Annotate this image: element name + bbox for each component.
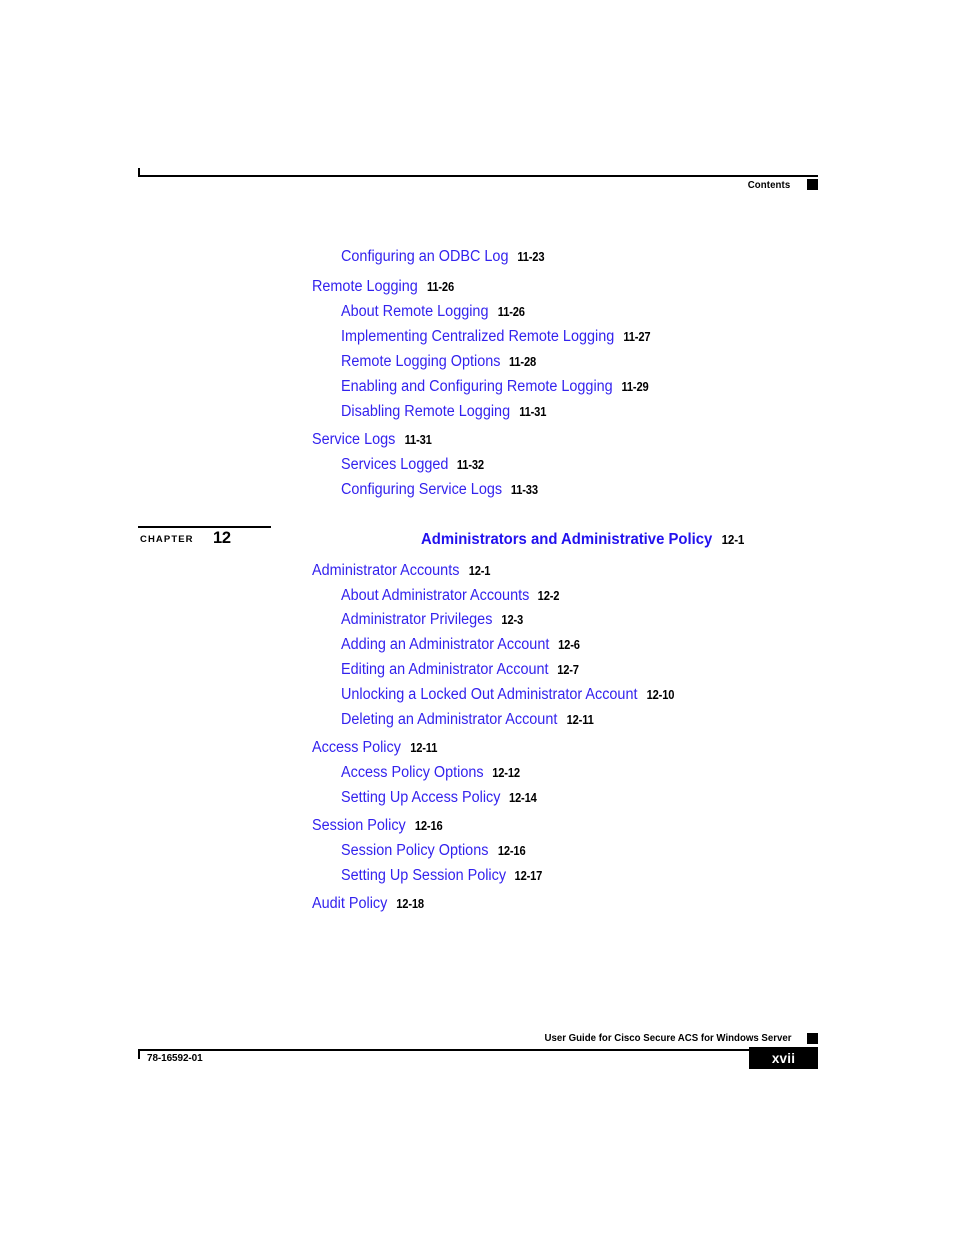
document-page: Contents Configuring an ODBC Log 11-23 Rem…	[0, 0, 954, 1235]
toc-entry-page: 12-6	[558, 638, 580, 652]
toc-entry-page: 11-29	[621, 380, 649, 394]
toc-entry[interactable]: Remote Logging 11-26	[312, 279, 454, 295]
toc-entry-title: Unlocking a Locked Out Administrator Acc…	[341, 686, 638, 703]
toc-entry[interactable]: Setting Up Session Policy 12-17	[341, 868, 543, 884]
chapter-title-text: Administrators and Administrative Policy	[421, 531, 713, 548]
chapter-heading-block: CHAPTER 12 Administrators and Administra…	[138, 526, 838, 556]
toc-entry-page: 12-3	[501, 613, 523, 627]
chapter-title-page: 12-1	[721, 533, 745, 547]
toc-entry-title: Administrator Accounts	[312, 562, 460, 579]
toc-entry-title: Deleting an Administrator Account	[341, 711, 558, 728]
toc-entry[interactable]: Administrator Privileges 12-3	[341, 612, 523, 628]
toc-entry[interactable]: Configuring an ODBC Log 11-23	[341, 249, 545, 265]
toc-entry-title: Remote Logging	[312, 278, 418, 295]
toc-entry-title: Adding an Administrator Account	[341, 636, 550, 653]
toc-entry[interactable]: Editing an Administrator Account 12-7	[341, 662, 579, 678]
toc-entry-title: Administrator Privileges	[341, 611, 493, 628]
toc-entry-title: Configuring an ODBC Log	[341, 248, 509, 265]
toc-entry-page: 12-18	[396, 897, 424, 911]
footer-rule	[138, 1049, 818, 1051]
page-footer: User Guide for Cisco Secure ACS for Wind…	[138, 1032, 818, 1072]
toc-entry[interactable]: About Administrator Accounts 12-2	[341, 588, 560, 604]
toc-entry-title: Configuring Service Logs	[341, 481, 503, 498]
toc-entry-page: 11-26	[497, 305, 525, 319]
toc-entry-page: 12-11	[409, 741, 437, 755]
footer-guide-title: User Guide for Cisco Secure ACS for Wind…	[544, 1032, 792, 1044]
chapter-label: CHAPTER	[140, 534, 194, 545]
toc-entry-page: 11-31	[404, 433, 432, 447]
toc-entry-title: Setting Up Access Policy	[341, 789, 501, 806]
toc-entry-page: 12-17	[515, 869, 543, 883]
toc-entry-page: 11-26	[426, 280, 454, 294]
toc-entry-page: 11-27	[623, 330, 651, 344]
header-label: Contents	[747, 179, 790, 191]
toc-entry-page: 12-1	[468, 564, 490, 578]
toc-entry-page: 11-28	[509, 355, 537, 369]
footer-page-number: xvii	[771, 1051, 796, 1066]
toc-entry[interactable]: Adding an Administrator Account 12-6	[341, 637, 580, 653]
header-rule	[138, 175, 818, 177]
chapter-rule	[138, 526, 271, 528]
toc-entry-page: 12-12	[492, 766, 521, 780]
toc-entry-title: Audit Policy	[312, 895, 388, 912]
toc-entry[interactable]: Setting Up Access Policy 12-14	[341, 790, 538, 806]
toc-entry-title: Access Policy	[312, 739, 401, 756]
toc-entry[interactable]: Disabling Remote Logging 11-31	[341, 404, 547, 420]
toc-entry-title: Implementing Centralized Remote Logging	[341, 328, 615, 345]
toc-entry-title: Remote Logging Options	[341, 353, 501, 370]
toc-entry[interactable]: Configuring Service Logs 11-33	[341, 482, 539, 498]
footer-document-number: 78-16592-01	[147, 1052, 203, 1064]
toc-entry[interactable]: Access Policy Options 12-12	[341, 765, 521, 781]
toc-entry-title: Session Policy	[312, 817, 406, 834]
toc-entry-title: Access Policy Options	[341, 764, 484, 781]
toc-entry[interactable]: About Remote Logging 11-26	[341, 304, 525, 320]
toc-entry[interactable]: Service Logs 11-31	[312, 432, 432, 448]
toc-entry[interactable]: Access Policy 12-11	[312, 740, 437, 756]
toc-entry-page: 12-16	[497, 844, 526, 858]
toc-entry-title: Session Policy Options	[341, 842, 489, 859]
toc-entry[interactable]: Deleting an Administrator Account 12-11	[341, 712, 594, 728]
toc-entry-title: Services Logged	[341, 456, 449, 473]
toc-entry-title: About Administrator Accounts	[341, 587, 530, 604]
toc-entry-title: Enabling and Configuring Remote Logging	[341, 378, 613, 395]
chapter-title-entry[interactable]: Administrators and Administrative Policy…	[421, 531, 744, 549]
toc-entry[interactable]: Session Policy 12-16	[312, 818, 443, 834]
toc-entry[interactable]: Session Policy Options 12-16	[341, 843, 526, 859]
toc-entry-page: 12-16	[414, 819, 443, 833]
toc-entry-page: 11-33	[510, 483, 539, 497]
toc-entry[interactable]: Enabling and Configuring Remote Logging 1…	[341, 379, 649, 395]
toc-entry[interactable]: Implementing Centralized Remote Logging 1…	[341, 329, 651, 345]
toc-entry[interactable]: Unlocking a Locked Out Administrator Acc…	[341, 687, 675, 703]
black-square-marker-icon	[807, 179, 818, 190]
toc-entry[interactable]: Audit Policy 12-18	[312, 896, 425, 912]
toc-entry-page: 12-14	[509, 791, 538, 805]
toc-entry[interactable]: Administrator Accounts 12-1	[312, 563, 490, 579]
toc-entry-title: Service Logs	[312, 431, 396, 448]
footer-rule-tick	[138, 1049, 140, 1059]
toc-entry-page: 12-2	[538, 589, 560, 603]
page-header: Contents	[138, 168, 818, 202]
toc-entry-page: 12-10	[646, 688, 675, 702]
toc-entry[interactable]: Remote Logging Options 11-28	[341, 354, 537, 370]
toc-entry-title: Setting Up Session Policy	[341, 867, 507, 884]
toc-entry-page: 12-7	[557, 663, 579, 677]
chapter-number: 12	[213, 529, 231, 547]
black-square-marker-icon	[807, 1033, 818, 1044]
toc-entry-page: 11-31	[519, 405, 547, 419]
toc-entry-page: 11-23	[517, 250, 545, 264]
toc-entry-page: 11-32	[457, 458, 485, 472]
toc-entry-title: Disabling Remote Logging	[341, 403, 511, 420]
toc-entry-title: About Remote Logging	[341, 303, 489, 320]
toc-entry[interactable]: Services Logged 11-32	[341, 457, 485, 473]
toc-entry-title: Editing an Administrator Account	[341, 661, 549, 678]
toc-entry-page: 12-11	[566, 713, 594, 727]
